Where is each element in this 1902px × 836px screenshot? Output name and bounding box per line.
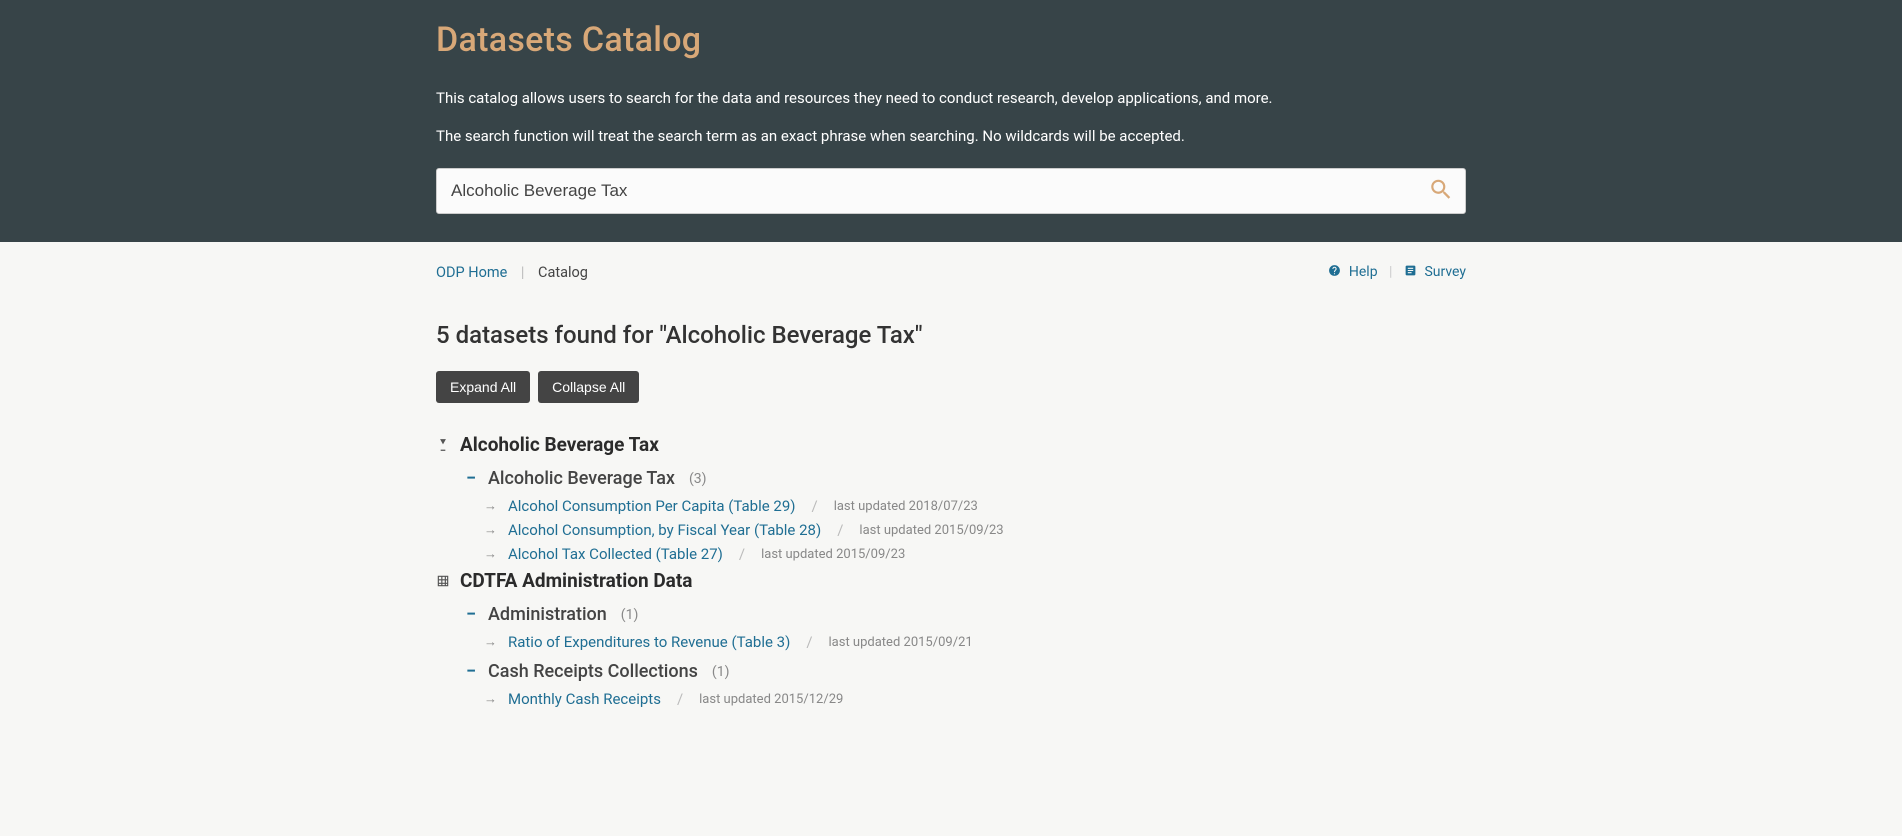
help-icon bbox=[1328, 264, 1341, 281]
dataset-row: → Monthly Cash Receipts / last updated 2015… bbox=[484, 690, 1466, 708]
collapse-all-button[interactable]: Collapse All bbox=[538, 371, 639, 403]
subcategory-count: (1) bbox=[712, 664, 730, 680]
util-links: Help | Survey bbox=[1328, 264, 1466, 281]
results-heading: 5 datasets found for "Alcoholic Beverage… bbox=[436, 321, 1466, 349]
collapse-toggle-icon[interactable]: − bbox=[464, 468, 478, 489]
dataset-row: → Alcohol Consumption, by Fiscal Year (Ta… bbox=[484, 521, 1466, 539]
dataset-link[interactable]: Alcohol Consumption Per Capita (Table 29… bbox=[508, 497, 795, 515]
search-input[interactable] bbox=[436, 168, 1466, 214]
collapse-toggle-icon[interactable]: − bbox=[464, 604, 478, 625]
arrow-right-icon: → bbox=[484, 546, 498, 562]
dataset-link[interactable]: Ratio of Expenditures to Revenue (Table … bbox=[508, 633, 790, 651]
arrow-right-icon: → bbox=[484, 691, 498, 707]
dataset-row: → Ratio of Expenditures to Revenue (Table… bbox=[484, 633, 1466, 651]
util-separator: | bbox=[1389, 264, 1392, 280]
last-updated: last updated 2015/12/29 bbox=[699, 692, 843, 707]
last-updated: last updated 2015/09/23 bbox=[859, 523, 1003, 538]
search-icon bbox=[1428, 191, 1454, 206]
intro-text-2: The search function will treat the searc… bbox=[436, 124, 1466, 148]
category-title: Alcoholic Beverage Tax bbox=[460, 433, 659, 456]
arrow-right-icon: → bbox=[484, 498, 498, 514]
dataset-row: → Alcohol Tax Collected (Table 27) / last u… bbox=[484, 545, 1466, 563]
subcategory-title: Alcoholic Beverage Tax bbox=[488, 468, 675, 489]
results-list: Alcoholic Beverage Tax−Alcoholic Beverag… bbox=[436, 433, 1466, 708]
header-band: Datasets Catalog This catalog allows use… bbox=[0, 0, 1902, 242]
breadcrumb-separator: | bbox=[521, 264, 525, 281]
category-row: CDTFA Administration Data bbox=[436, 569, 1466, 592]
expand-all-button[interactable]: Expand All bbox=[436, 371, 530, 403]
arrow-right-icon: → bbox=[484, 634, 498, 650]
breadcrumb: ODP Home | Catalog bbox=[436, 264, 588, 281]
search-wrap bbox=[436, 168, 1466, 214]
last-updated: last updated 2015/09/21 bbox=[829, 635, 973, 650]
separator: / bbox=[811, 497, 817, 515]
search-button[interactable] bbox=[1424, 173, 1458, 210]
dataset-link[interactable]: Monthly Cash Receipts bbox=[508, 690, 661, 708]
separator: / bbox=[837, 521, 843, 539]
category-title: CDTFA Administration Data bbox=[460, 569, 692, 592]
subcategory-count: (1) bbox=[621, 607, 639, 623]
last-updated: last updated 2018/07/23 bbox=[834, 499, 978, 514]
subcategory-count: (3) bbox=[689, 471, 707, 487]
breadcrumb-home-link[interactable]: ODP Home bbox=[436, 264, 507, 281]
separator: / bbox=[806, 633, 812, 651]
category-row: Alcoholic Beverage Tax bbox=[436, 433, 1466, 456]
subcategory-title: Cash Receipts Collections bbox=[488, 661, 698, 682]
dataset-row: → Alcohol Consumption Per Capita (Table 2… bbox=[484, 497, 1466, 515]
survey-link[interactable]: Survey bbox=[1424, 264, 1466, 280]
sub-nav: ODP Home | Catalog Help | Survey bbox=[436, 242, 1466, 291]
dataset-link[interactable]: Alcohol Consumption, by Fiscal Year (Tab… bbox=[508, 521, 821, 539]
arrow-right-icon: → bbox=[484, 522, 498, 538]
separator: / bbox=[739, 545, 745, 563]
last-updated: last updated 2015/09/23 bbox=[761, 547, 905, 562]
intro-text-1: This catalog allows users to search for … bbox=[436, 86, 1466, 110]
expand-controls: Expand All Collapse All bbox=[436, 371, 1466, 403]
table-icon bbox=[436, 574, 450, 588]
breadcrumb-current: Catalog bbox=[538, 264, 588, 281]
survey-icon bbox=[1404, 264, 1417, 281]
subcategory-row: −Administration (1) bbox=[464, 604, 1466, 625]
separator: / bbox=[677, 690, 683, 708]
subcategory-row: −Cash Receipts Collections (1) bbox=[464, 661, 1466, 682]
subcategory-title: Administration bbox=[488, 604, 607, 625]
dataset-link[interactable]: Alcohol Tax Collected (Table 27) bbox=[508, 545, 723, 563]
glass-icon bbox=[436, 438, 450, 452]
subcategory-row: −Alcoholic Beverage Tax (3) bbox=[464, 468, 1466, 489]
page-title: Datasets Catalog bbox=[436, 20, 1466, 60]
help-link[interactable]: Help bbox=[1349, 264, 1378, 280]
collapse-toggle-icon[interactable]: − bbox=[464, 661, 478, 682]
